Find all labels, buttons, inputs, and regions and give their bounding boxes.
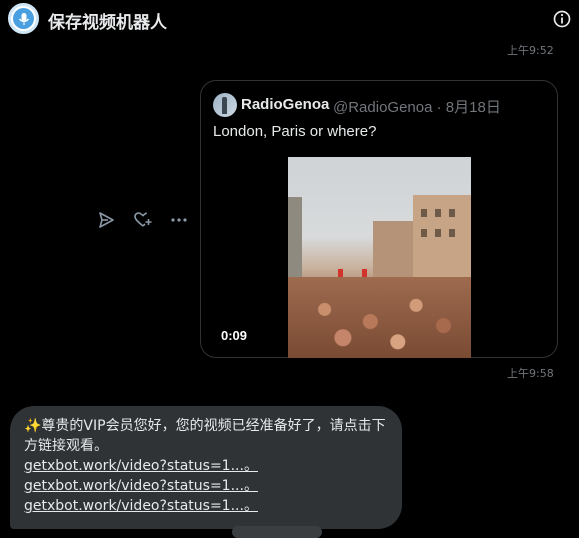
heart-plus-icon[interactable] (133, 210, 153, 230)
message-timestamp: 上午9:58 (507, 367, 554, 380)
tweet-video-thumbnail[interactable] (288, 157, 471, 358)
video-link[interactable]: getxbot.work/video?status=1...。 (24, 496, 394, 516)
scroll-indicator[interactable] (232, 526, 322, 538)
bot-message: ✨尊贵的VIP会员您好，您的视频已经准备好了，请点击下方链接观看。 getxbo… (24, 416, 394, 516)
tweet-author-name[interactable]: RadioGenoa (241, 96, 329, 113)
video-link[interactable]: getxbot.work/video?status=1...。 (24, 456, 394, 476)
video-link[interactable]: getxbot.work/video?status=1...。 (24, 476, 394, 496)
video-duration: 0:09 (221, 328, 248, 343)
microphone-icon (13, 8, 34, 29)
more-icon[interactable] (169, 210, 189, 230)
bot-message-text: ✨尊贵的VIP会员您好，您的视频已经准备好了，请点击下方链接观看。 (24, 418, 386, 454)
bot-avatar[interactable] (8, 3, 39, 34)
tweet-text: London, Paris or where? (213, 123, 377, 140)
info-icon[interactable] (552, 9, 572, 29)
chat-title: 保存视频机器人 (48, 13, 167, 33)
tweet-author-handle[interactable]: @RadioGenoa · 8月18日 (333, 96, 501, 117)
send-icon[interactable] (96, 210, 116, 230)
tweet-author-avatar[interactable] (213, 93, 237, 117)
chat-header: 保存视频机器人 (0, 0, 579, 38)
message-timestamp: 上午9:52 (507, 44, 554, 57)
